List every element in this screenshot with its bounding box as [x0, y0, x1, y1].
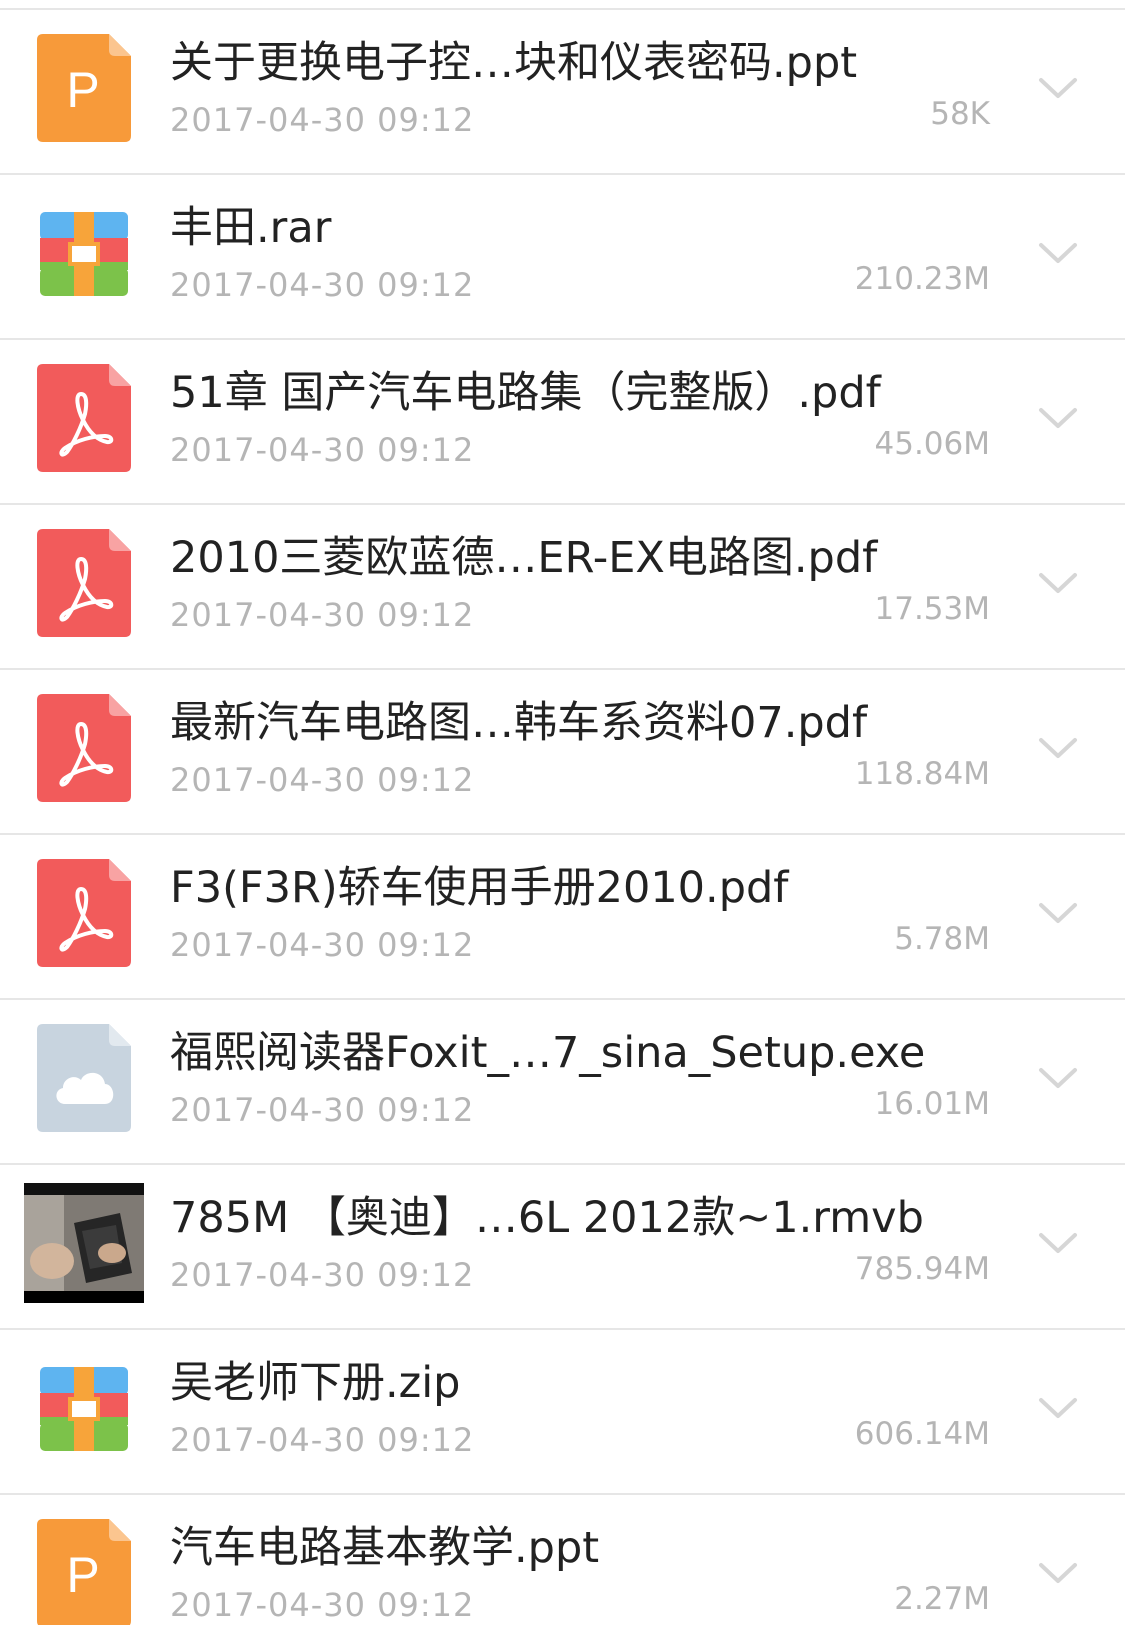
pdf-file-icon [37, 694, 131, 802]
file-size: 2.27M [894, 1581, 990, 1617]
ppt-file-icon: P [37, 34, 131, 142]
file-row[interactable]: 785M 【奥迪】…6L 2012款~1.rmvb 2017-04-30 09:… [0, 1165, 1125, 1330]
file-row[interactable]: P 关于更换电子控…块和仪表密码.ppt 2017-04-30 09:12 58… [0, 10, 1125, 175]
archive-file-icon [37, 1354, 131, 1462]
file-name: 吴老师下册.zip [170, 1358, 461, 1408]
file-row[interactable]: 2010三菱欧蓝德…ER-EX电路图.pdf 2017-04-30 09:12 … [0, 505, 1125, 670]
file-list: P 关于更换电子控…块和仪表密码.ppt 2017-04-30 09:12 58… [0, 10, 1125, 1625]
chevron-down-icon[interactable] [1035, 70, 1081, 106]
file-size: 5.78M [894, 921, 990, 957]
file-size: 45.06M [874, 426, 991, 462]
file-name: 汽车电路基本教学.ppt [170, 1523, 600, 1573]
file-size: 17.53M [874, 591, 991, 627]
file-date: 2017-04-30 09:12 [170, 1256, 475, 1294]
file-row[interactable]: F3(F3R)轿车使用手册2010.pdf 2017-04-30 09:12 5… [0, 835, 1125, 1000]
file-name: 785M 【奥迪】…6L 2012款~1.rmvb [170, 1193, 924, 1243]
file-date: 2017-04-30 09:12 [170, 431, 475, 469]
file-date: 2017-04-30 09:12 [170, 1586, 475, 1624]
file-date: 2017-04-30 09:12 [170, 596, 475, 634]
file-name: 51章 国产汽车电路集（完整版）.pdf [170, 368, 881, 418]
file-row[interactable]: P 汽车电路基本教学.ppt 2017-04-30 09:12 2.27M [0, 1495, 1125, 1625]
archive-file-icon [37, 199, 131, 307]
chevron-down-icon[interactable] [1035, 1555, 1081, 1591]
top-divider [0, 0, 1125, 10]
video-thumbnail [24, 1183, 144, 1303]
file-date: 2017-04-30 09:12 [170, 761, 475, 799]
file-date: 2017-04-30 09:12 [170, 1091, 475, 1129]
file-size: 785.94M [854, 1251, 990, 1287]
ppt-icon-letter: P [66, 62, 99, 118]
file-size: 210.23M [854, 261, 990, 297]
chevron-down-icon[interactable] [1035, 730, 1081, 766]
file-size: 118.84M [854, 756, 990, 792]
file-row[interactable]: 吴老师下册.zip 2017-04-30 09:12 606.14M [0, 1330, 1125, 1495]
file-size: 606.14M [854, 1416, 990, 1452]
file-name: 2010三菱欧蓝德…ER-EX电路图.pdf [170, 533, 878, 583]
file-name: F3(F3R)轿车使用手册2010.pdf [170, 863, 789, 913]
chevron-down-icon[interactable] [1035, 1060, 1081, 1096]
file-name: 福熙阅读器Foxit_…7_sina_Setup.exe [170, 1028, 926, 1078]
chevron-down-icon[interactable] [1035, 400, 1081, 436]
chevron-down-icon[interactable] [1035, 565, 1081, 601]
chevron-down-icon[interactable] [1035, 235, 1081, 271]
file-row[interactable]: 最新汽车电路图…韩车系资料07.pdf 2017-04-30 09:12 118… [0, 670, 1125, 835]
chevron-down-icon[interactable] [1035, 895, 1081, 931]
chevron-down-icon[interactable] [1035, 1225, 1081, 1261]
chevron-down-icon[interactable] [1035, 1390, 1081, 1426]
file-date: 2017-04-30 09:12 [170, 1421, 475, 1459]
file-row[interactable]: 51章 国产汽车电路集（完整版）.pdf 2017-04-30 09:12 45… [0, 340, 1125, 505]
file-name: 最新汽车电路图…韩车系资料07.pdf [170, 698, 868, 748]
file-date: 2017-04-30 09:12 [170, 926, 475, 964]
file-name: 关于更换电子控…块和仪表密码.ppt [170, 38, 858, 88]
file-name: 丰田.rar [170, 203, 332, 253]
file-date: 2017-04-30 09:12 [170, 101, 475, 139]
ppt-file-icon: P [37, 1519, 131, 1625]
ppt-icon-letter: P [66, 1547, 99, 1603]
file-size: 58K [930, 96, 990, 132]
pdf-file-icon [37, 364, 131, 472]
cloud-file-icon [37, 1024, 131, 1132]
file-row[interactable]: 福熙阅读器Foxit_…7_sina_Setup.exe 2017-04-30 … [0, 1000, 1125, 1165]
file-date: 2017-04-30 09:12 [170, 266, 475, 304]
pdf-file-icon [37, 529, 131, 637]
file-size: 16.01M [874, 1086, 991, 1122]
file-row[interactable]: 丰田.rar 2017-04-30 09:12 210.23M [0, 175, 1125, 340]
pdf-file-icon [37, 859, 131, 967]
